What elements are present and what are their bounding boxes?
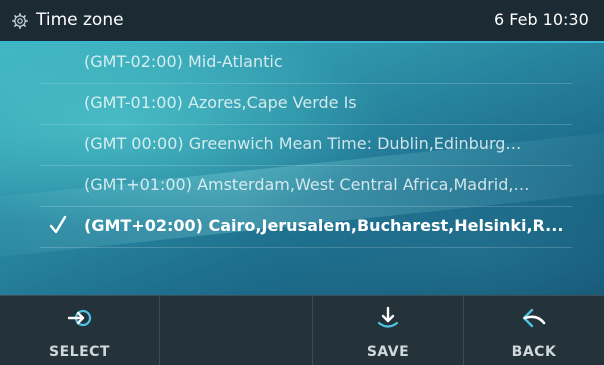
softkey-label: BACK [511,344,557,360]
page-title: Time zone [36,10,124,30]
select-softkey[interactable]: SELECT [0,296,160,365]
back-softkey[interactable]: BACK [464,296,604,365]
softkey-label: SELECT [49,344,110,360]
title-bar: Time zone 6 Feb 10:30 [0,0,604,43]
gear-icon [12,13,28,29]
date-time: 6 Feb 10:30 [494,10,589,29]
save-download-icon [377,306,399,328]
timezone-item[interactable]: (GMT+01:00) Amsterdam,West Central Afric… [40,166,572,207]
back-arrow-icon [522,308,546,328]
timezone-item[interactable]: (GMT 00:00) Greenwich Mean Time: Dublin,… [40,125,572,166]
timezone-label: (GMT-02:00) Mid-Atlantic [84,52,283,71]
timezone-list: (GMT-02:00) Mid-Atlantic (GMT-01:00) Azo… [0,43,604,295]
select-arrow-icon [67,309,91,327]
timezone-label: (GMT+02:00) Cairo,Jerusalem,Bucharest,He… [84,216,564,235]
save-softkey[interactable]: SAVE [313,296,464,365]
timezone-item[interactable]: (GMT-02:00) Mid-Atlantic [40,43,572,84]
timezone-label: (GMT+01:00) Amsterdam,West Central Afric… [84,175,530,194]
softkey-label: SAVE [366,344,410,360]
timezone-label: (GMT-01:00) Azores,Cape Verde Is [84,93,357,112]
softkey-bar: SELECT SAVE BACK [0,295,604,365]
timezone-label: (GMT 00:00) Greenwich Mean Time: Dublin,… [84,134,522,153]
checkmark-icon [49,215,67,234]
phone-screen: Time zone 6 Feb 10:30 (GMT-02:00) Mid-At… [0,0,604,365]
timezone-item[interactable]: (GMT-01:00) Azores,Cape Verde Is [40,84,572,125]
empty-softkey[interactable] [160,296,313,365]
timezone-item-selected[interactable]: (GMT+02:00) Cairo,Jerusalem,Bucharest,He… [40,207,572,248]
